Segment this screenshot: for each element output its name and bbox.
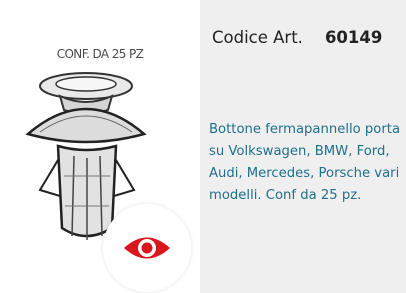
product-description: Bottone fermapannello porta su Volkswage… (209, 122, 401, 203)
eye-icon (124, 237, 170, 259)
view-button[interactable] (103, 204, 191, 292)
product-image: CONF. DA 25 PZ (0, 0, 200, 293)
pack-quantity-label: CONF. DA 25 PZ (56, 47, 144, 61)
article-code-value: 60149 (324, 28, 383, 47)
article-code-label: Codice Art. (212, 28, 303, 47)
product-info-panel: Codice Art. 60149 Bottone fermapannello p… (200, 0, 406, 293)
article-code-row: Codice Art. 60149 (212, 28, 406, 47)
